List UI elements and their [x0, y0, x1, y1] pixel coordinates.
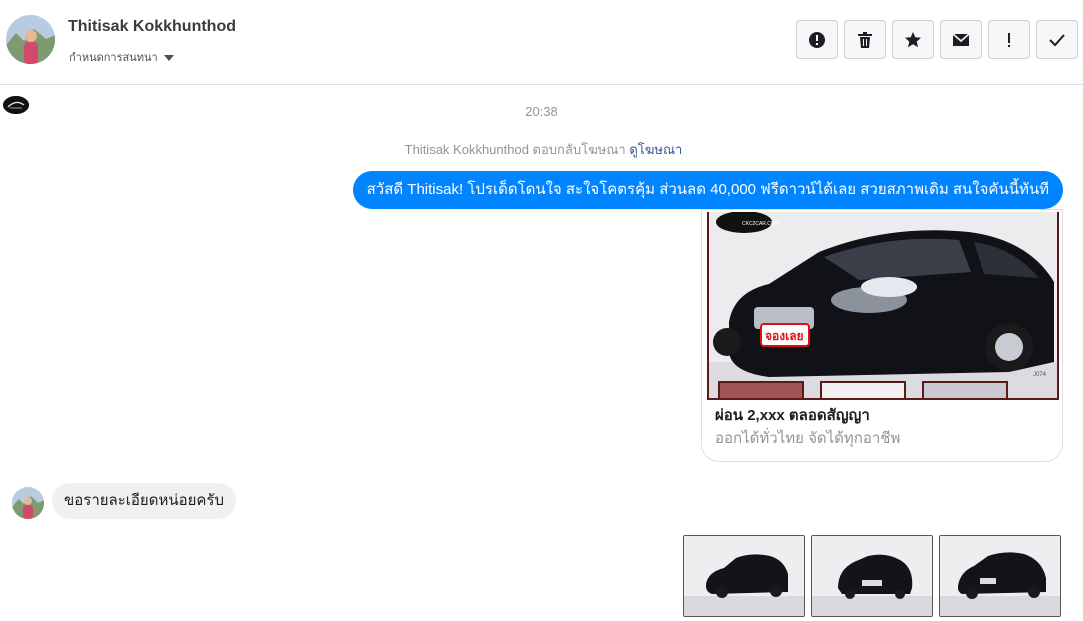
follow-up-button[interactable]: [988, 20, 1030, 59]
ad-image-code: J074: [1033, 372, 1047, 378]
incoming-message[interactable]: ขอรายละเอียดหน่อยครับ: [52, 483, 236, 519]
exclamation-icon: [1008, 32, 1010, 47]
conversation-toolbar: [796, 20, 1078, 59]
photo-attachment[interactable]: [683, 535, 805, 617]
trash-icon: [858, 31, 872, 48]
unread-button[interactable]: [940, 20, 982, 59]
assign-conversation-dropdown[interactable]: กำหนดการสนทนา: [69, 48, 174, 66]
outgoing-message[interactable]: สวัสดี Thitisak! โปรเด็ดโดนใจ สะใจโคตรคุ…: [352, 171, 1063, 209]
ad-card[interactable]: CKC2CAR.COM จองเลย J074 ผ่อน 2,xxx ตลอดส…: [701, 209, 1063, 462]
photo-attachment[interactable]: [939, 535, 1061, 617]
check-icon: [1049, 33, 1065, 46]
message-timestamp: 20:38: [525, 104, 558, 119]
alert-circle-icon: [809, 31, 825, 48]
star-icon: [905, 31, 921, 47]
photo-attachment[interactable]: [811, 535, 933, 617]
report-button[interactable]: [796, 20, 838, 59]
ad-image-stamp: จองเลย: [765, 329, 804, 343]
conversation-header: Thitisak Kokkhunthod กำหนดการสนทนา: [0, 0, 1083, 85]
ad-title: ผ่อน 2,xxx ตลอดสัญญา: [715, 407, 870, 424]
assign-conversation-label: กำหนดการสนทนา: [69, 52, 158, 64]
envelope-icon: [952, 32, 970, 46]
ad-description: ออกได้ทั่วไทย จัดได้ทุกอาชีพ: [715, 430, 901, 447]
contact-name[interactable]: Thitisak Kokkhunthod: [68, 18, 236, 36]
contact-avatar[interactable]: [6, 15, 55, 64]
mark-done-button[interactable]: [1036, 20, 1078, 59]
ad-reply-text: Thitisak Kokkhunthod ตอบกลับโฆษณา: [404, 142, 626, 157]
ad-image[interactable]: CKC2CAR.COM จองเลย J074: [707, 212, 1059, 400]
photo-attachments: [683, 535, 1061, 617]
ad-reply-notice: Thitisak Kokkhunthod ตอบกลับโฆษณา ดูโฆษณ…: [0, 139, 1083, 160]
star-button[interactable]: [892, 20, 934, 59]
delete-button[interactable]: [844, 20, 886, 59]
view-ad-link[interactable]: ดูโฆษณา: [629, 142, 682, 157]
ad-image-watermark: CKC2CAR.COM: [742, 221, 779, 227]
sender-avatar[interactable]: [12, 487, 44, 519]
caret-down-icon: [163, 54, 174, 61]
